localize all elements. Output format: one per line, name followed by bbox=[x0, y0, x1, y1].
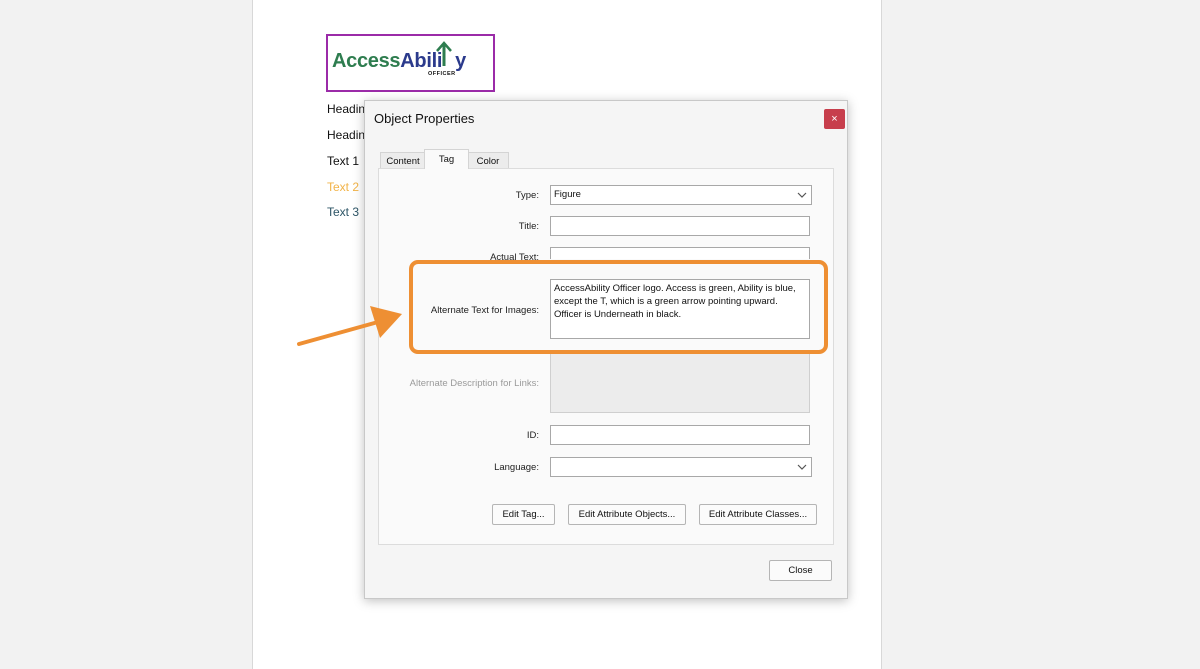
object-properties-dialog: Object Properties × Content Tag Color Ty… bbox=[364, 100, 848, 599]
chevron-down-icon bbox=[797, 464, 807, 470]
doc-heading-2[interactable]: Headin bbox=[327, 128, 365, 142]
annotation-arrow-icon bbox=[297, 306, 402, 346]
doc-text-3[interactable]: Text 3 bbox=[327, 205, 359, 219]
language-select[interactable] bbox=[550, 457, 812, 477]
actual-text-label: Actual Text: bbox=[490, 252, 539, 263]
title-field[interactable] bbox=[550, 216, 810, 236]
alt-text-textarea[interactable]: AccessAbility Officer logo. Access is gr… bbox=[550, 279, 810, 339]
type-label: Type: bbox=[515, 190, 539, 201]
type-value: Figure bbox=[554, 189, 581, 200]
alt-desc-links-label: Alternate Description for Links: bbox=[409, 378, 539, 389]
id-field[interactable] bbox=[550, 425, 810, 445]
doc-text-1[interactable]: Text 1 bbox=[327, 154, 359, 168]
arrow-up-icon bbox=[436, 41, 452, 66]
alt-text-value: AccessAbility Officer logo. Access is gr… bbox=[554, 283, 796, 320]
close-button[interactable]: Close bbox=[769, 560, 832, 581]
language-label: Language: bbox=[494, 462, 539, 473]
doc-text-2[interactable]: Text 2 bbox=[327, 180, 359, 194]
alt-text-label: Alternate Text for Images: bbox=[430, 305, 539, 316]
doc-heading-1[interactable]: Headin bbox=[327, 102, 365, 116]
edit-tag-button[interactable]: Edit Tag... bbox=[492, 504, 555, 525]
logo-officer-text: OFFICER bbox=[428, 71, 456, 77]
edit-attribute-objects-button[interactable]: Edit Attribute Objects... bbox=[568, 504, 686, 525]
edit-attribute-classes-button[interactable]: Edit Attribute Classes... bbox=[699, 504, 817, 525]
close-icon[interactable]: × bbox=[824, 109, 845, 129]
tab-tag[interactable]: Tag bbox=[424, 149, 469, 169]
id-label: ID: bbox=[526, 430, 539, 441]
logo-image[interactable]: AccessAbili y OFFICER bbox=[326, 34, 495, 92]
title-label: Title: bbox=[518, 221, 539, 232]
alt-desc-links-field bbox=[550, 351, 810, 413]
dialog-title: Object Properties bbox=[374, 111, 475, 126]
actual-text-field[interactable] bbox=[550, 247, 810, 259]
chevron-down-icon bbox=[797, 192, 807, 198]
type-select[interactable]: Figure bbox=[550, 185, 812, 205]
